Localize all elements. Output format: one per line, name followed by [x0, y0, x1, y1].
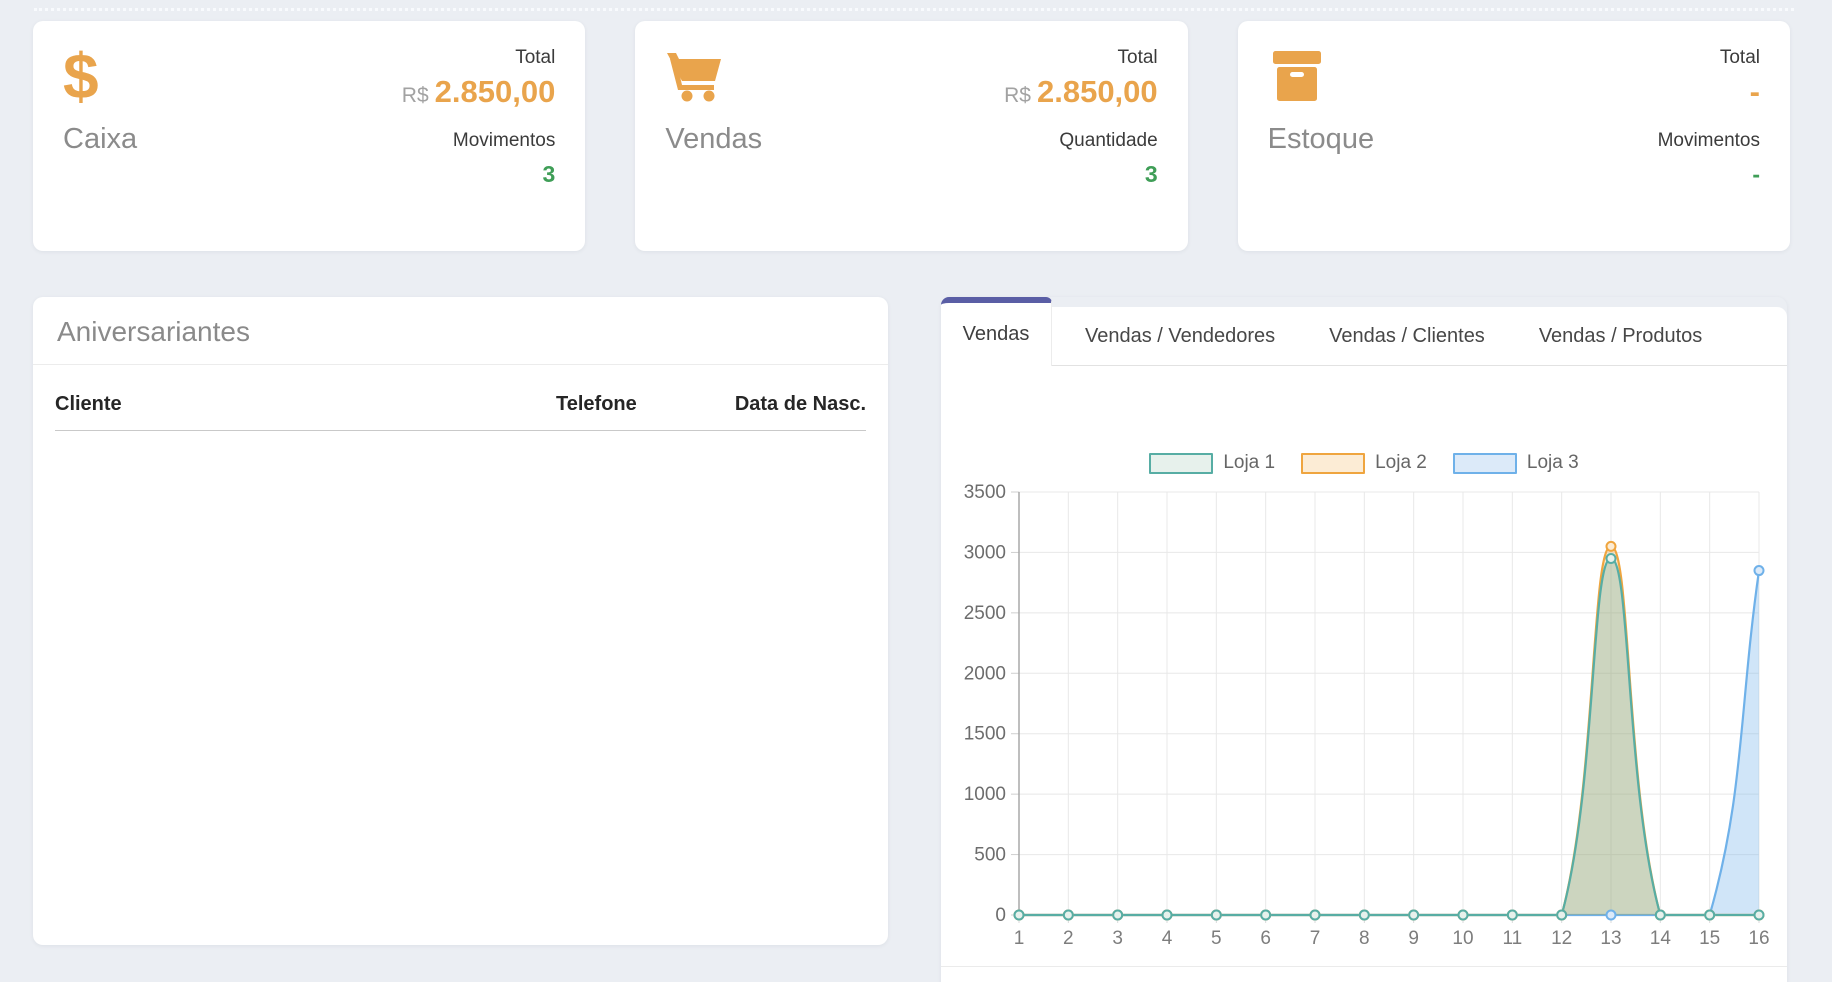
dashboard-page: $ Caixa Total R$ 2.850,00 Movimentos 3: [0, 0, 1832, 982]
svg-text:0: 0: [995, 905, 1006, 926]
currency-prefix: R$: [1004, 84, 1031, 107]
estoque-card-metrics: Total - Movimentos -: [1658, 47, 1760, 188]
movements-count: 3: [402, 161, 556, 188]
legend-item-loja2[interactable]: Loja 2: [1301, 452, 1427, 474]
sales-chart-area: 0500100015002000250030003500123456789101…: [941, 366, 1787, 967]
column-header-cliente: Cliente: [55, 365, 556, 431]
card-title: Vendas: [665, 123, 762, 156]
panels-row: Aniversariantes Cliente Telefone Data de…: [33, 297, 1787, 982]
total-amount: 2.850,00: [435, 74, 556, 109]
birthdays-panel-title: Aniversariantes: [33, 297, 888, 365]
legend-swatch-loja2: [1301, 453, 1365, 474]
top-dotted-divider: [34, 8, 1794, 11]
sales-panel-footer: [941, 967, 1787, 982]
svg-text:1500: 1500: [964, 724, 1006, 745]
sales-tabs-strip: Vendas / Vendedores Vendas / Clientes Ve…: [1052, 307, 1787, 366]
metric-label: Quantidade: [1004, 130, 1158, 152]
svg-text:14: 14: [1650, 928, 1672, 949]
svg-text:3500: 3500: [964, 482, 1006, 503]
metric-label: Total: [1004, 47, 1158, 69]
legend-swatch-loja1: [1149, 453, 1213, 474]
tab-vendas[interactable]: Vendas: [941, 297, 1052, 366]
svg-text:2000: 2000: [964, 663, 1006, 684]
legend-item-loja1[interactable]: Loja 1: [1149, 452, 1275, 474]
svg-text:12: 12: [1551, 928, 1572, 949]
birthdays-panel: Aniversariantes Cliente Telefone Data de…: [33, 297, 888, 945]
vendas-card[interactable]: Vendas Total R$ 2.850,00 Quantidade 3: [635, 21, 1187, 251]
summary-cards-row: $ Caixa Total R$ 2.850,00 Movimentos 3: [33, 21, 1790, 251]
shopping-cart-icon: [665, 45, 762, 107]
tab-vendas-produtos[interactable]: Vendas / Produtos: [1512, 325, 1729, 348]
sales-panel: Vendas Vendas / Vendedores Vendas / Clie…: [941, 297, 1787, 982]
column-header-telefone: Telefone: [556, 365, 716, 431]
svg-text:6: 6: [1260, 928, 1271, 949]
svg-text:7: 7: [1310, 928, 1321, 949]
metric-label: Total: [1658, 47, 1760, 69]
svg-text:2500: 2500: [964, 603, 1006, 624]
svg-text:13: 13: [1600, 928, 1621, 949]
card-title: Estoque: [1268, 123, 1374, 156]
column-header-data-nasc: Data de Nasc.: [716, 365, 866, 431]
caixa-card-left: $ Caixa: [63, 45, 137, 156]
metric-label: Movimentos: [1658, 130, 1760, 152]
vendas-card-metrics: Total R$ 2.850,00 Quantidade 3: [1004, 47, 1158, 188]
metric-value: R$ 2.850,00: [1004, 76, 1158, 112]
metric-label: Movimentos: [402, 130, 556, 152]
svg-text:4: 4: [1162, 928, 1173, 949]
svg-text:5: 5: [1211, 928, 1222, 949]
legend-item-loja3[interactable]: Loja 3: [1453, 452, 1579, 474]
legend-swatch-loja3: [1453, 453, 1517, 474]
metric-label: Total: [402, 47, 556, 69]
chart-legend: Loja 1 Loja 2 Loja 3: [941, 452, 1787, 474]
legend-label: Loja 1: [1223, 452, 1275, 474]
legend-label: Loja 3: [1527, 452, 1579, 474]
svg-text:1000: 1000: [964, 784, 1006, 805]
sales-tabs: Vendas Vendas / Vendedores Vendas / Clie…: [941, 297, 1787, 366]
birthdays-empty-area: [56, 432, 865, 902]
svg-text:9: 9: [1408, 928, 1419, 949]
birthdays-table-header-row: Cliente Telefone Data de Nasc.: [55, 365, 866, 431]
total-amount: 2.850,00: [1037, 74, 1158, 109]
tab-vendas-clientes[interactable]: Vendas / Clientes: [1302, 325, 1512, 348]
metric-value: R$ 2.850,00: [402, 76, 556, 112]
card-title: Caixa: [63, 123, 137, 156]
stock-box-icon: [1268, 45, 1374, 107]
svg-text:3000: 3000: [964, 542, 1006, 563]
vendas-card-left: Vendas: [665, 45, 762, 156]
tab-vendas-vendedores[interactable]: Vendas / Vendedores: [1058, 325, 1302, 348]
svg-text:16: 16: [1748, 928, 1769, 949]
svg-text:3: 3: [1112, 928, 1123, 949]
metric-value: -: [1658, 76, 1760, 112]
movements-count: -: [1658, 161, 1760, 188]
birthdays-table-body: [55, 431, 866, 904]
svg-text:2: 2: [1063, 928, 1074, 949]
total-amount: -: [1750, 74, 1760, 109]
birthdays-table: Cliente Telefone Data de Nasc.: [55, 365, 866, 903]
legend-label: Loja 2: [1375, 452, 1427, 474]
currency-prefix: R$: [402, 84, 429, 107]
dollar-sign-icon: $: [63, 45, 137, 107]
svg-text:15: 15: [1699, 928, 1720, 949]
caixa-card[interactable]: $ Caixa Total R$ 2.850,00 Movimentos 3: [33, 21, 585, 251]
svg-text:11: 11: [1502, 928, 1522, 949]
svg-text:8: 8: [1359, 928, 1370, 949]
svg-text:10: 10: [1452, 928, 1473, 949]
quantity-count: 3: [1004, 161, 1158, 188]
svg-text:500: 500: [974, 845, 1006, 866]
estoque-card[interactable]: Estoque Total - Movimentos -: [1238, 21, 1790, 251]
caixa-card-metrics: Total R$ 2.850,00 Movimentos 3: [402, 47, 556, 188]
svg-text:1: 1: [1014, 928, 1025, 949]
estoque-card-left: Estoque: [1268, 45, 1374, 156]
